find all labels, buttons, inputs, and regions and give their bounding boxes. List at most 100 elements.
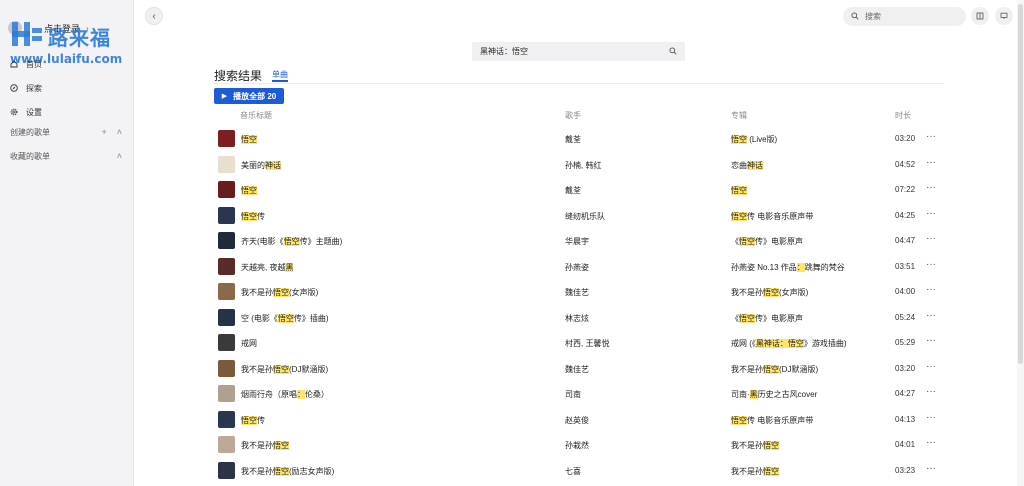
song-row[interactable]: 齐天(电影《悟空传》主题曲) 华晨宇 《悟空传》电影原声 04:47 ··· [214, 228, 944, 254]
song-row[interactable]: 悟空传 缝纫机乐队 悟空传 电影音乐原声带 04:25 ··· [214, 203, 944, 229]
search-icon[interactable] [669, 47, 677, 57]
song-album[interactable]: 我不是孙悟空(女声版) [731, 287, 808, 298]
song-title[interactable]: 我不是孙悟空(DJ默涵版) [241, 364, 328, 375]
song-artist[interactable]: 孙楠, 韩红 [565, 160, 601, 171]
album-cover[interactable] [218, 308, 235, 326]
more-icon[interactable]: ··· [926, 131, 936, 142]
song-album[interactable]: 《悟空传》电影原声 [731, 313, 803, 324]
album-cover[interactable] [218, 334, 235, 351]
more-icon[interactable]: ··· [926, 361, 936, 372]
song-row[interactable]: 空 (电影《悟空传》插曲) 林志炫 《悟空传》电影原声 05:24 ··· [214, 305, 944, 331]
song-album[interactable]: 恋曲神话 [731, 160, 763, 171]
song-title[interactable]: 美丽的神话 [241, 160, 281, 171]
album-cover[interactable] [218, 385, 235, 402]
chevron-up-icon[interactable]: ˄ [117, 127, 122, 137]
song-artist[interactable]: 魏佳艺 [565, 287, 589, 298]
song-album[interactable]: 我不是孙悟空 [731, 466, 779, 477]
song-title[interactable]: 悟空 [241, 134, 257, 145]
song-row[interactable]: 悟空 戴荃 悟空 07:22 ··· [214, 177, 944, 203]
column-title[interactable]: 音乐标题 [240, 110, 272, 121]
song-album[interactable]: 我不是孙悟空(DJ默涵版) [731, 364, 818, 375]
top-search-input[interactable]: 搜索 [843, 7, 966, 26]
song-artist[interactable]: 七喜 [565, 466, 581, 477]
song-title[interactable]: 戒网 [241, 338, 257, 349]
song-artist[interactable]: 戴荃 [565, 185, 581, 196]
song-artist[interactable]: 孙燕姿 [565, 262, 589, 273]
album-cover[interactable] [218, 181, 235, 198]
song-row[interactable]: 我不是孙悟空(励志女声版) 七喜 我不是孙悟空 03:23 ··· [214, 458, 944, 484]
song-title[interactable]: 烟雨行舟（原唱：伦桑） [241, 389, 329, 400]
more-icon[interactable]: ··· [926, 182, 936, 193]
chevron-right-icon[interactable]: › [86, 24, 89, 33]
song-artist[interactable]: 孙栽然 [565, 440, 589, 451]
song-row[interactable]: 我不是孙悟空 孙栽然 我不是孙悟空 04:01 ··· [214, 432, 944, 458]
song-title[interactable]: 悟空传 [241, 415, 265, 426]
album-cover[interactable] [218, 436, 235, 453]
add-icon[interactable]: + [101, 127, 106, 137]
song-album[interactable]: 悟空传 电影音乐原声带 [731, 211, 813, 222]
song-album[interactable]: 司南·黑历史之古风cover [731, 389, 817, 400]
album-cover[interactable] [218, 283, 235, 300]
more-icon[interactable]: ··· [926, 284, 936, 295]
song-album[interactable]: 我不是孙悟空 [731, 440, 779, 451]
song-title[interactable]: 天越亮, 夜越黑 [241, 262, 294, 273]
column-artist[interactable]: 歌手 [565, 110, 581, 121]
search-query[interactable]: 黑神话：悟空 [480, 46, 528, 57]
screen-button[interactable] [995, 7, 1013, 25]
album-cover[interactable] [218, 257, 235, 275]
tab-songs[interactable]: 单曲 [272, 69, 288, 80]
song-album[interactable]: 悟空 [731, 185, 747, 196]
play-all-button[interactable]: ▶ 播放全部 20 [214, 88, 284, 104]
more-icon[interactable]: ··· [926, 412, 936, 423]
song-artist[interactable]: 魏佳艺 [565, 364, 589, 375]
scrollbar-thumb[interactable] [1018, 4, 1023, 364]
login-label[interactable]: 点击登录 [44, 22, 80, 35]
song-title[interactable]: 我不是孙悟空(女声版) [241, 287, 318, 298]
song-title[interactable]: 悟空传 [241, 211, 265, 222]
back-button[interactable]: ‹ [145, 7, 163, 25]
song-artist[interactable]: 戴荃 [565, 134, 581, 145]
song-artist[interactable]: 赵英俊 [565, 415, 589, 426]
avatar[interactable] [8, 21, 22, 35]
song-album[interactable]: 悟空 (Live版) [731, 134, 777, 145]
album-cover[interactable] [218, 359, 235, 377]
sidebar-item-home[interactable]: 首页 [0, 52, 134, 76]
song-row[interactable]: 美丽的神话 孙楠, 韩红 恋曲神话 04:52 ··· [214, 152, 944, 178]
login-row[interactable]: 点击登录 › [8, 18, 89, 38]
song-row[interactable]: 悟空 戴荃 悟空 (Live版) 03:20 ··· [214, 126, 944, 152]
search-query-field[interactable]: 黑神话：悟空 [472, 42, 685, 61]
song-title[interactable]: 悟空 [241, 185, 257, 196]
song-row[interactable]: 天越亮, 夜越黑 孙燕姿 孙燕姿 No.13 作品：跳舞的梵谷 03:51 ··· [214, 254, 944, 280]
more-icon[interactable]: ··· [926, 335, 936, 346]
song-row[interactable]: 我不是孙悟空(女声版) 魏佳艺 我不是孙悟空(女声版) 04:00 ··· [214, 279, 944, 305]
song-artist[interactable]: 村西, 王馨悦 [565, 338, 609, 349]
song-album[interactable]: 悟空传 电影音乐原声带 [731, 415, 813, 426]
song-title[interactable]: 我不是孙悟空(励志女声版) [241, 466, 334, 477]
song-title[interactable]: 齐天(电影《悟空传》主题曲) [241, 236, 342, 247]
more-icon[interactable]: ··· [926, 259, 936, 270]
song-artist[interactable]: 缝纫机乐队 [565, 211, 605, 222]
more-icon[interactable]: ··· [926, 463, 936, 474]
more-icon[interactable]: ··· [926, 208, 936, 219]
more-icon[interactable]: ··· [926, 437, 936, 448]
album-cover[interactable] [218, 130, 235, 147]
song-album[interactable]: 戒网 (《黑神话：悟空》游戏插曲) [731, 338, 847, 349]
more-icon[interactable]: ··· [926, 310, 936, 321]
album-cover[interactable] [218, 232, 235, 249]
more-icon[interactable]: ··· [926, 386, 936, 397]
song-row[interactable]: 戒网 村西, 王馨悦 戒网 (《黑神话：悟空》游戏插曲) 05:29 ··· [214, 330, 944, 356]
album-cover[interactable] [218, 410, 235, 428]
sidebar-item-explore[interactable]: 探索 [0, 76, 134, 100]
columns-button[interactable] [971, 7, 989, 25]
more-icon[interactable]: ··· [926, 157, 936, 168]
song-album[interactable]: 《悟空传》电影原声 [731, 236, 803, 247]
song-row[interactable]: 悟空传 赵英俊 悟空传 电影音乐原声带 04:13 ··· [214, 407, 944, 433]
column-album[interactable]: 专辑 [731, 110, 747, 121]
column-duration[interactable]: 时长 [895, 110, 911, 121]
song-artist[interactable]: 华晨宇 [565, 236, 589, 247]
sidebar-item-settings[interactable]: 设置 [0, 100, 134, 124]
created-playlists-section[interactable]: 创建的歌单 + ˄ [0, 123, 134, 141]
album-cover[interactable] [218, 461, 235, 479]
song-row[interactable]: 烟雨行舟（原唱：伦桑） 司南 司南·黑历史之古风cover 04:27 ··· [214, 381, 944, 407]
song-row[interactable]: 我不是孙悟空(DJ默涵版) 魏佳艺 我不是孙悟空(DJ默涵版) 03:20 ··· [214, 356, 944, 382]
